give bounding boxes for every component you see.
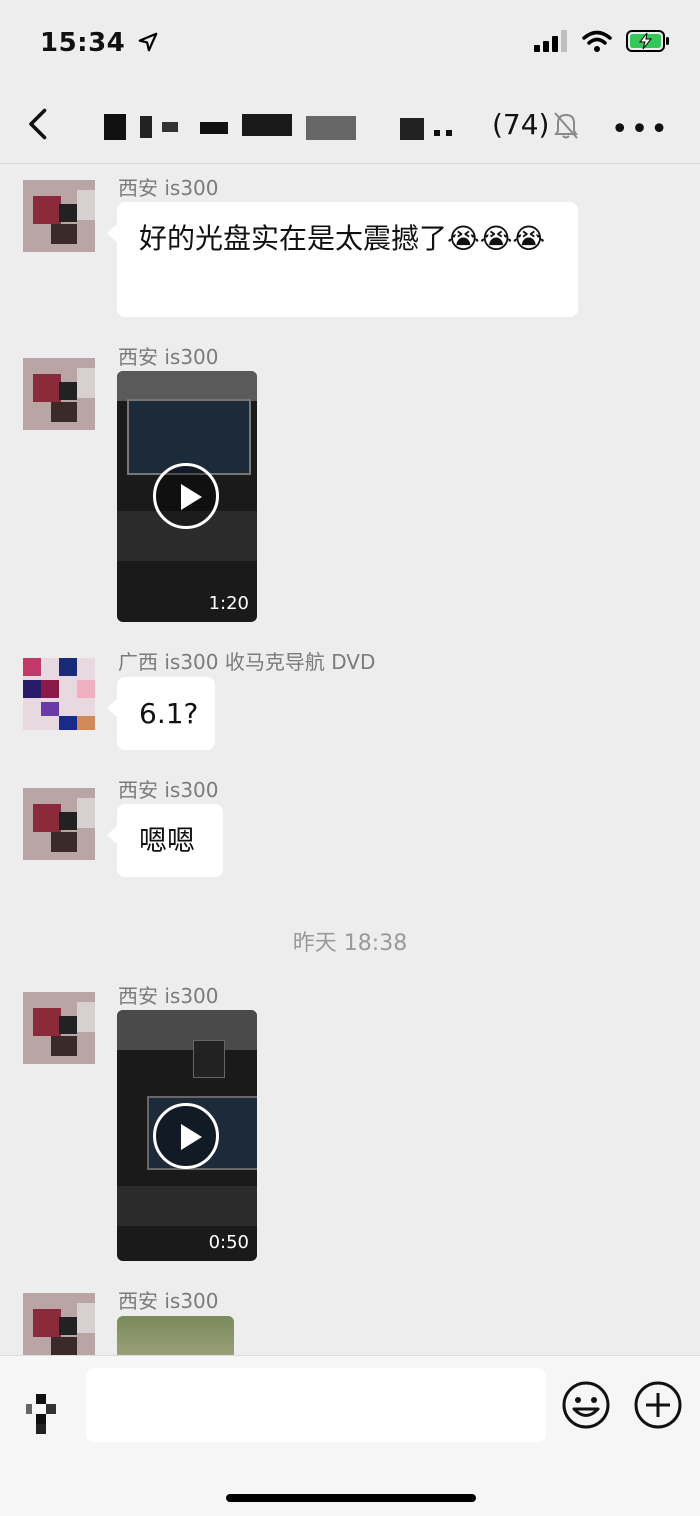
sender-name: 西安 is300 bbox=[118, 345, 219, 369]
group-title-redacted bbox=[104, 114, 452, 140]
avatar[interactable] bbox=[23, 788, 95, 860]
back-chevron-icon[interactable] bbox=[22, 106, 58, 142]
video-message[interactable]: 0:50 bbox=[117, 1010, 257, 1261]
message-bubble[interactable]: 嗯嗯 bbox=[107, 804, 223, 877]
sender-name: 西安 is300 bbox=[118, 984, 219, 1008]
location-arrow-icon bbox=[138, 32, 158, 52]
sender-name: 西安 is300 bbox=[118, 1289, 219, 1313]
voice-icon[interactable] bbox=[22, 1390, 62, 1438]
video-duration: 0:50 bbox=[208, 1232, 249, 1253]
wifi-icon bbox=[582, 30, 612, 52]
more-icon[interactable]: ••• bbox=[611, 112, 670, 147]
avatar[interactable] bbox=[23, 180, 95, 252]
avatar[interactable] bbox=[23, 658, 95, 730]
sender-name: 西安 is300 bbox=[118, 778, 219, 802]
cellular-signal-icon bbox=[534, 30, 567, 52]
play-icon[interactable] bbox=[153, 463, 219, 529]
message-input[interactable] bbox=[86, 1368, 546, 1442]
emoji-icon[interactable] bbox=[561, 1380, 611, 1430]
add-icon[interactable] bbox=[633, 1380, 683, 1430]
chat-header: (74) ••• bbox=[0, 88, 700, 164]
mute-bell-icon bbox=[554, 112, 578, 139]
sender-name: 广西 is300 收马克导航 DVD bbox=[118, 650, 376, 674]
battery-charging-icon bbox=[626, 30, 669, 52]
timestamp-divider: 昨天 18:38 bbox=[292, 931, 408, 956]
play-icon[interactable] bbox=[153, 1103, 219, 1169]
sender-name: 西安 is300 bbox=[118, 176, 219, 200]
message-bubble[interactable]: 好的光盘实在是太震撼了😭😭😭 bbox=[107, 202, 578, 317]
message-bubble[interactable]: 6.1? bbox=[107, 677, 215, 750]
home-indicator bbox=[226, 1494, 476, 1502]
avatar[interactable] bbox=[23, 992, 95, 1064]
avatar[interactable] bbox=[23, 358, 95, 430]
input-bar bbox=[0, 1355, 700, 1516]
member-count: (74) bbox=[492, 108, 550, 141]
image-message[interactable] bbox=[117, 1316, 234, 1356]
status-time: 15:34 bbox=[40, 28, 159, 58]
video-duration: 1:20 bbox=[208, 593, 249, 614]
status-icons bbox=[534, 30, 670, 52]
video-message[interactable]: 1:20 bbox=[117, 371, 257, 622]
